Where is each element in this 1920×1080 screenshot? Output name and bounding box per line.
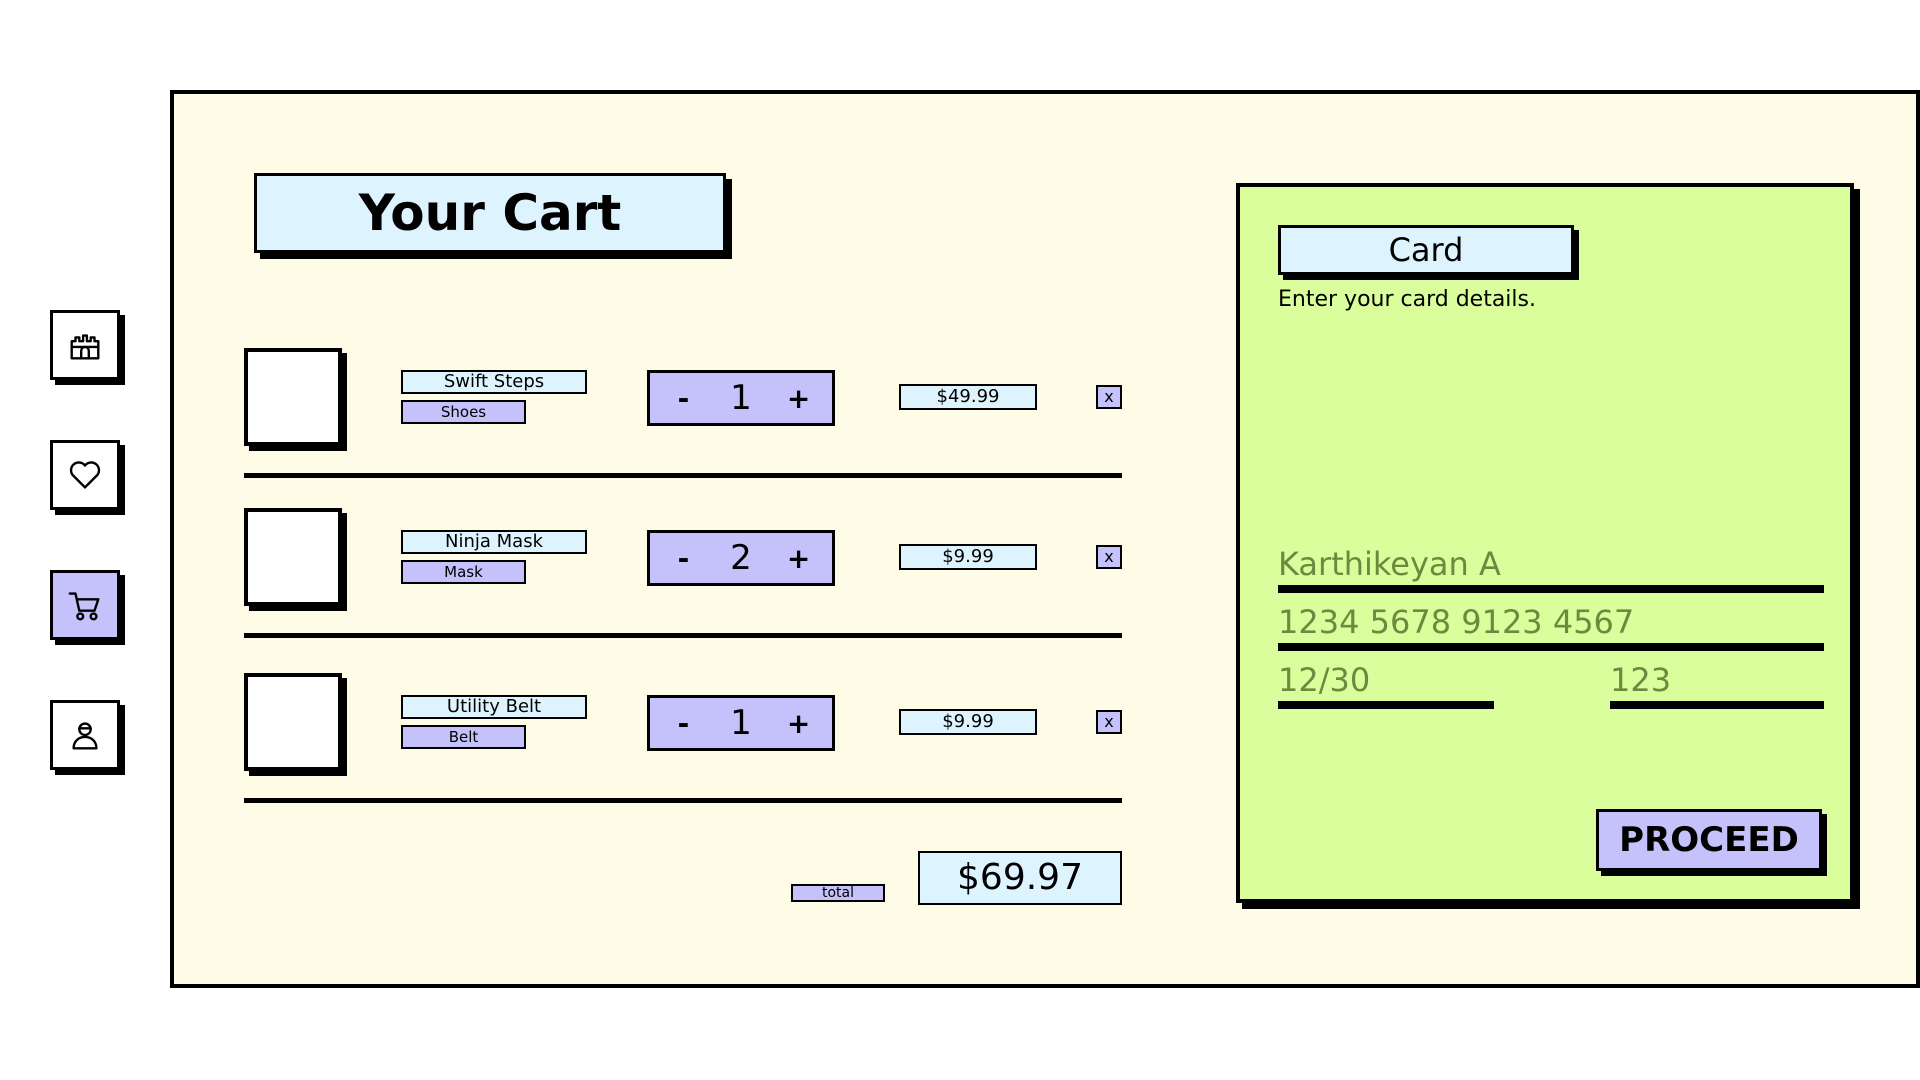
- increase-quantity-button[interactable]: +: [779, 707, 819, 740]
- card-number-input[interactable]: [1278, 601, 1824, 651]
- product-image: [244, 508, 342, 606]
- increase-quantity-button[interactable]: +: [779, 542, 819, 575]
- quantity-value: 2: [730, 538, 752, 578]
- card-details-panel: Card Enter your card details. PROCEED: [1236, 183, 1854, 903]
- card-description: Enter your card details.: [1278, 287, 1536, 312]
- product-name: Ninja Mask: [401, 530, 587, 554]
- quantity-stepper: - 1 +: [647, 695, 835, 751]
- cvv-input[interactable]: [1610, 659, 1824, 709]
- cardholder-name-input[interactable]: [1278, 543, 1824, 593]
- decrease-quantity-button[interactable]: -: [663, 382, 703, 415]
- nav-profile-button[interactable]: [50, 700, 120, 770]
- cart-item-row: Ninja Mask Mask - 2 + $9.99 x: [244, 508, 1124, 668]
- product-category-badge: Mask: [401, 560, 526, 584]
- product-price: $49.99: [899, 384, 1037, 410]
- cart-item-row: Swift Steps Shoes - 1 + $49.99 x: [244, 348, 1124, 508]
- quantity-stepper: - 2 +: [647, 530, 835, 586]
- ninja-profile-icon: [72, 722, 98, 750]
- heart-icon: [69, 461, 101, 489]
- product-name: Utility Belt: [401, 695, 587, 719]
- decrease-quantity-button[interactable]: -: [663, 707, 703, 740]
- product-name: Swift Steps: [401, 370, 587, 394]
- card-title: Card: [1278, 225, 1574, 275]
- remove-item-button[interactable]: x: [1096, 545, 1122, 569]
- quantity-value: 1: [730, 703, 752, 743]
- quantity-stepper: - 1 +: [647, 370, 835, 426]
- cart-icon: [68, 592, 100, 621]
- nav-cart-button[interactable]: [50, 570, 120, 640]
- row-divider: [244, 473, 1122, 478]
- proceed-button[interactable]: PROCEED: [1596, 809, 1822, 871]
- nav-home-button[interactable]: [50, 310, 120, 380]
- main-panel: Your Cart Swift Steps Shoes - 1 + $49.99…: [170, 90, 1920, 988]
- remove-item-button[interactable]: x: [1096, 385, 1122, 409]
- cart-item-row: Utility Belt Belt - 1 + $9.99 x: [244, 673, 1124, 833]
- product-category-badge: Shoes: [401, 400, 526, 424]
- nav-wishlist-button[interactable]: [50, 440, 120, 510]
- total-label: total: [791, 884, 885, 902]
- product-price: $9.99: [899, 709, 1037, 735]
- product-image: [244, 348, 342, 446]
- total-value: $69.97: [918, 851, 1122, 905]
- row-divider: [244, 633, 1122, 638]
- quantity-value: 1: [730, 378, 752, 418]
- increase-quantity-button[interactable]: +: [779, 382, 819, 415]
- remove-item-button[interactable]: x: [1096, 710, 1122, 734]
- row-divider: [244, 798, 1122, 803]
- product-image: [244, 673, 342, 771]
- castle-icon: [70, 334, 100, 360]
- page-title: Your Cart: [254, 173, 726, 253]
- decrease-quantity-button[interactable]: -: [663, 542, 703, 575]
- product-category-badge: Belt: [401, 725, 526, 749]
- product-price: $9.99: [899, 544, 1037, 570]
- expiry-date-input[interactable]: [1278, 659, 1494, 709]
